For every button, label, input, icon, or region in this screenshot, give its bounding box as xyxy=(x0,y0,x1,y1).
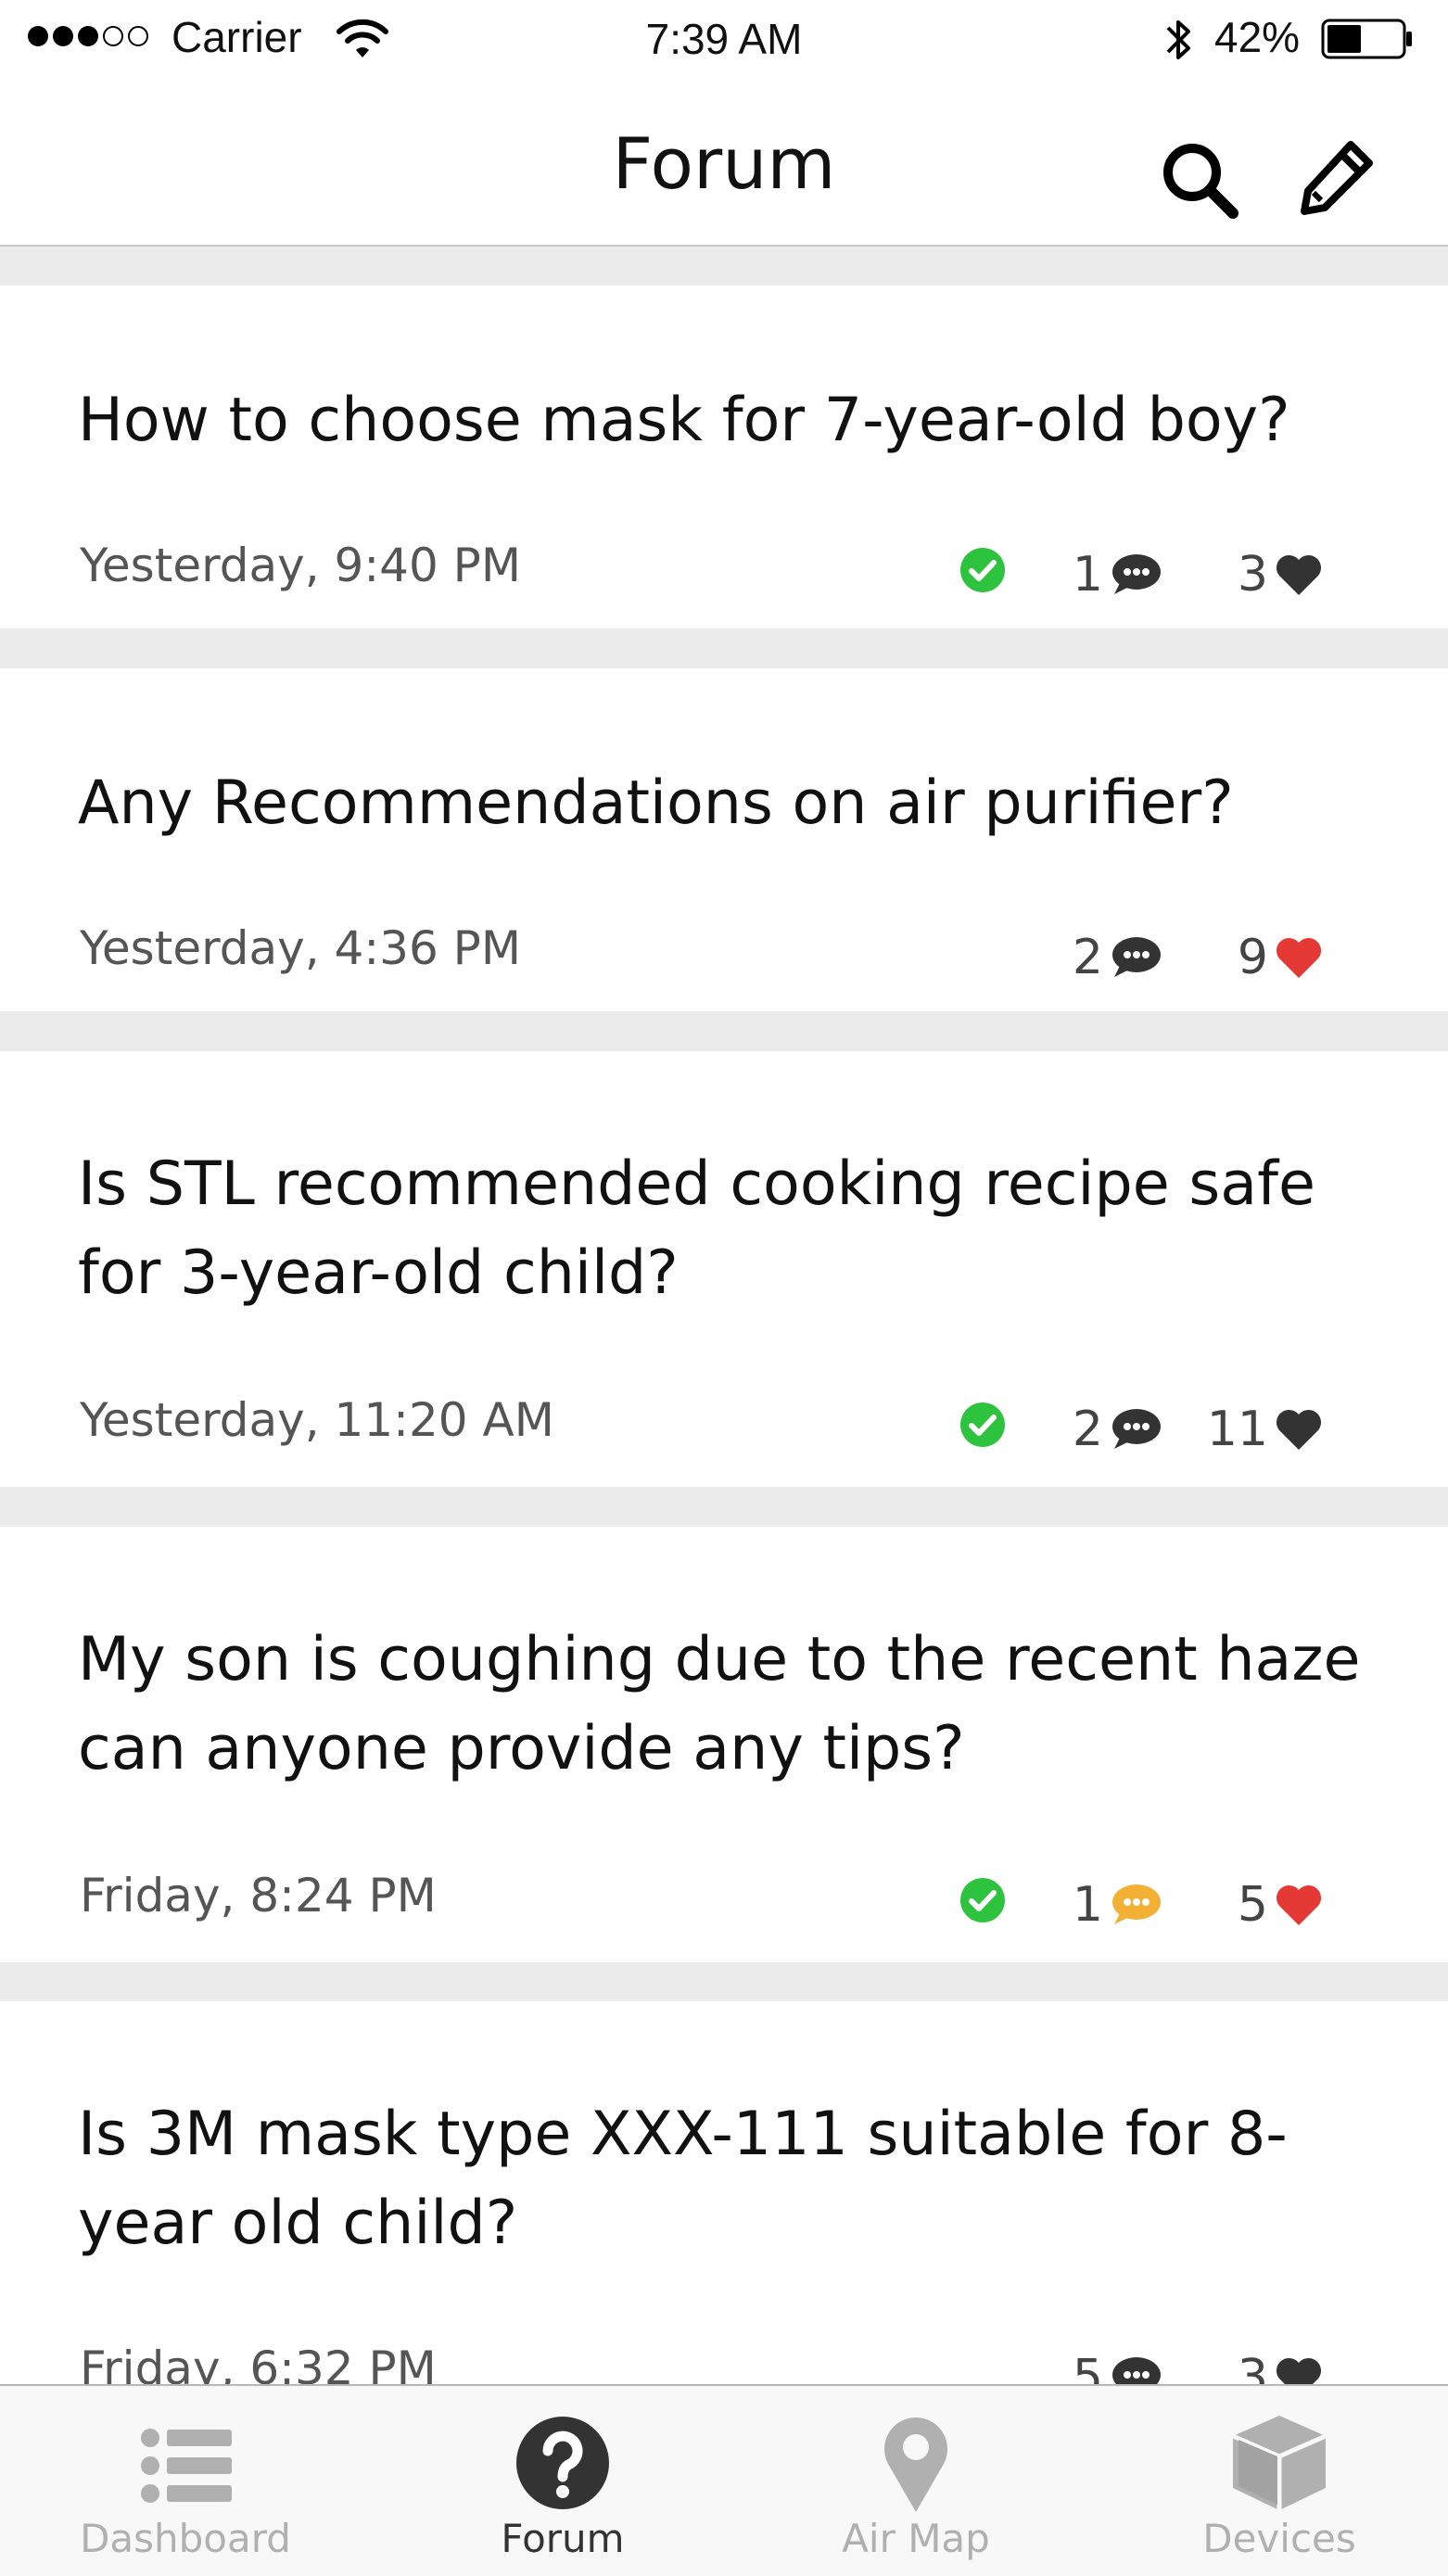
post-title: How to choose mask for 7-year-old boy? xyxy=(78,386,1290,455)
post-card[interactable]: Is 3M mask type XXX-111 suitable for 8-y… xyxy=(0,2001,1448,2405)
map-pin-icon xyxy=(884,2417,947,2512)
tab-label: Dashboard xyxy=(80,2516,291,2561)
tab-label: Devices xyxy=(1202,2516,1356,2561)
question-icon xyxy=(516,2417,609,2509)
tab-air-map[interactable]: Air Map xyxy=(735,2386,1097,2576)
post-date: Yesterday, 4:36 PM xyxy=(80,921,521,975)
search-icon[interactable] xyxy=(1159,139,1242,222)
battery-percent: 42% xyxy=(1214,13,1301,61)
heart-icon xyxy=(1276,554,1322,595)
comment-count[interactable]: 2 xyxy=(1048,1402,1162,1457)
post-card[interactable]: Is STL recommended cooking recipe safe f… xyxy=(0,1051,1448,1487)
heart-icon xyxy=(1276,1884,1322,1925)
tab-forum[interactable]: Forum xyxy=(382,2386,743,2576)
post-card[interactable]: My son is coughing due to the recent haz… xyxy=(0,1527,1448,1962)
post-card[interactable]: Any Recommendations on air purifier? Yes… xyxy=(0,668,1448,1011)
like-count[interactable]: 3 xyxy=(1205,547,1324,603)
answered-check-icon xyxy=(960,548,1005,592)
tab-dashboard[interactable]: Dashboard xyxy=(5,2386,366,2576)
compose-icon[interactable] xyxy=(1293,137,1377,221)
box-icon xyxy=(1231,2416,1327,2510)
post-date: Friday, 8:24 PM xyxy=(80,1869,437,1922)
app-screen: Carrier 7:39 AM 42% Forum How to choose … xyxy=(0,0,1448,2576)
post-title: Is STL recommended cooking recipe safe f… xyxy=(78,1149,1315,1308)
tab-devices[interactable]: Devices xyxy=(1099,2386,1448,2576)
tab-label: Forum xyxy=(501,2516,625,2561)
list-icon xyxy=(141,2429,232,2503)
like-count[interactable]: 11 xyxy=(1205,1402,1324,1457)
post-title: Is 3M mask type XXX-111 suitable for 8-y… xyxy=(78,2100,1288,2258)
post-title: Any Recommendations on air purifier? xyxy=(78,768,1234,838)
comment-count[interactable]: 1 xyxy=(1048,1877,1162,1933)
nav-bar: Forum xyxy=(0,83,1448,247)
comment-bubble-icon xyxy=(1112,554,1161,594)
status-bar: Carrier 7:39 AM 42% xyxy=(0,0,1448,83)
post-title: My son is coughing due to the recent haz… xyxy=(78,1625,1361,1783)
post-date: Yesterday, 9:40 PM xyxy=(80,539,521,592)
comment-bubble-icon xyxy=(1112,1409,1161,1449)
comment-bubble-icon xyxy=(1112,937,1161,977)
answered-check-icon xyxy=(960,1878,1005,1922)
tab-label: Air Map xyxy=(842,2516,990,2561)
tab-bar: Dashboard Forum Air Map Devices xyxy=(0,2384,1448,2576)
like-count[interactable]: 5 xyxy=(1205,1877,1324,1933)
bluetooth-icon xyxy=(1166,20,1190,59)
heart-icon xyxy=(1276,937,1322,978)
post-date: Yesterday, 11:20 AM xyxy=(80,1393,554,1447)
answered-check-icon xyxy=(960,1402,1005,1447)
like-count[interactable]: 9 xyxy=(1205,930,1324,985)
comment-count[interactable]: 2 xyxy=(1048,930,1162,985)
battery-icon xyxy=(1321,19,1412,59)
comment-count[interactable]: 1 xyxy=(1048,547,1162,603)
comment-bubble-icon xyxy=(1112,1884,1161,1924)
post-card[interactable]: How to choose mask for 7-year-old boy? Y… xyxy=(0,286,1448,628)
heart-icon xyxy=(1276,1409,1322,1450)
